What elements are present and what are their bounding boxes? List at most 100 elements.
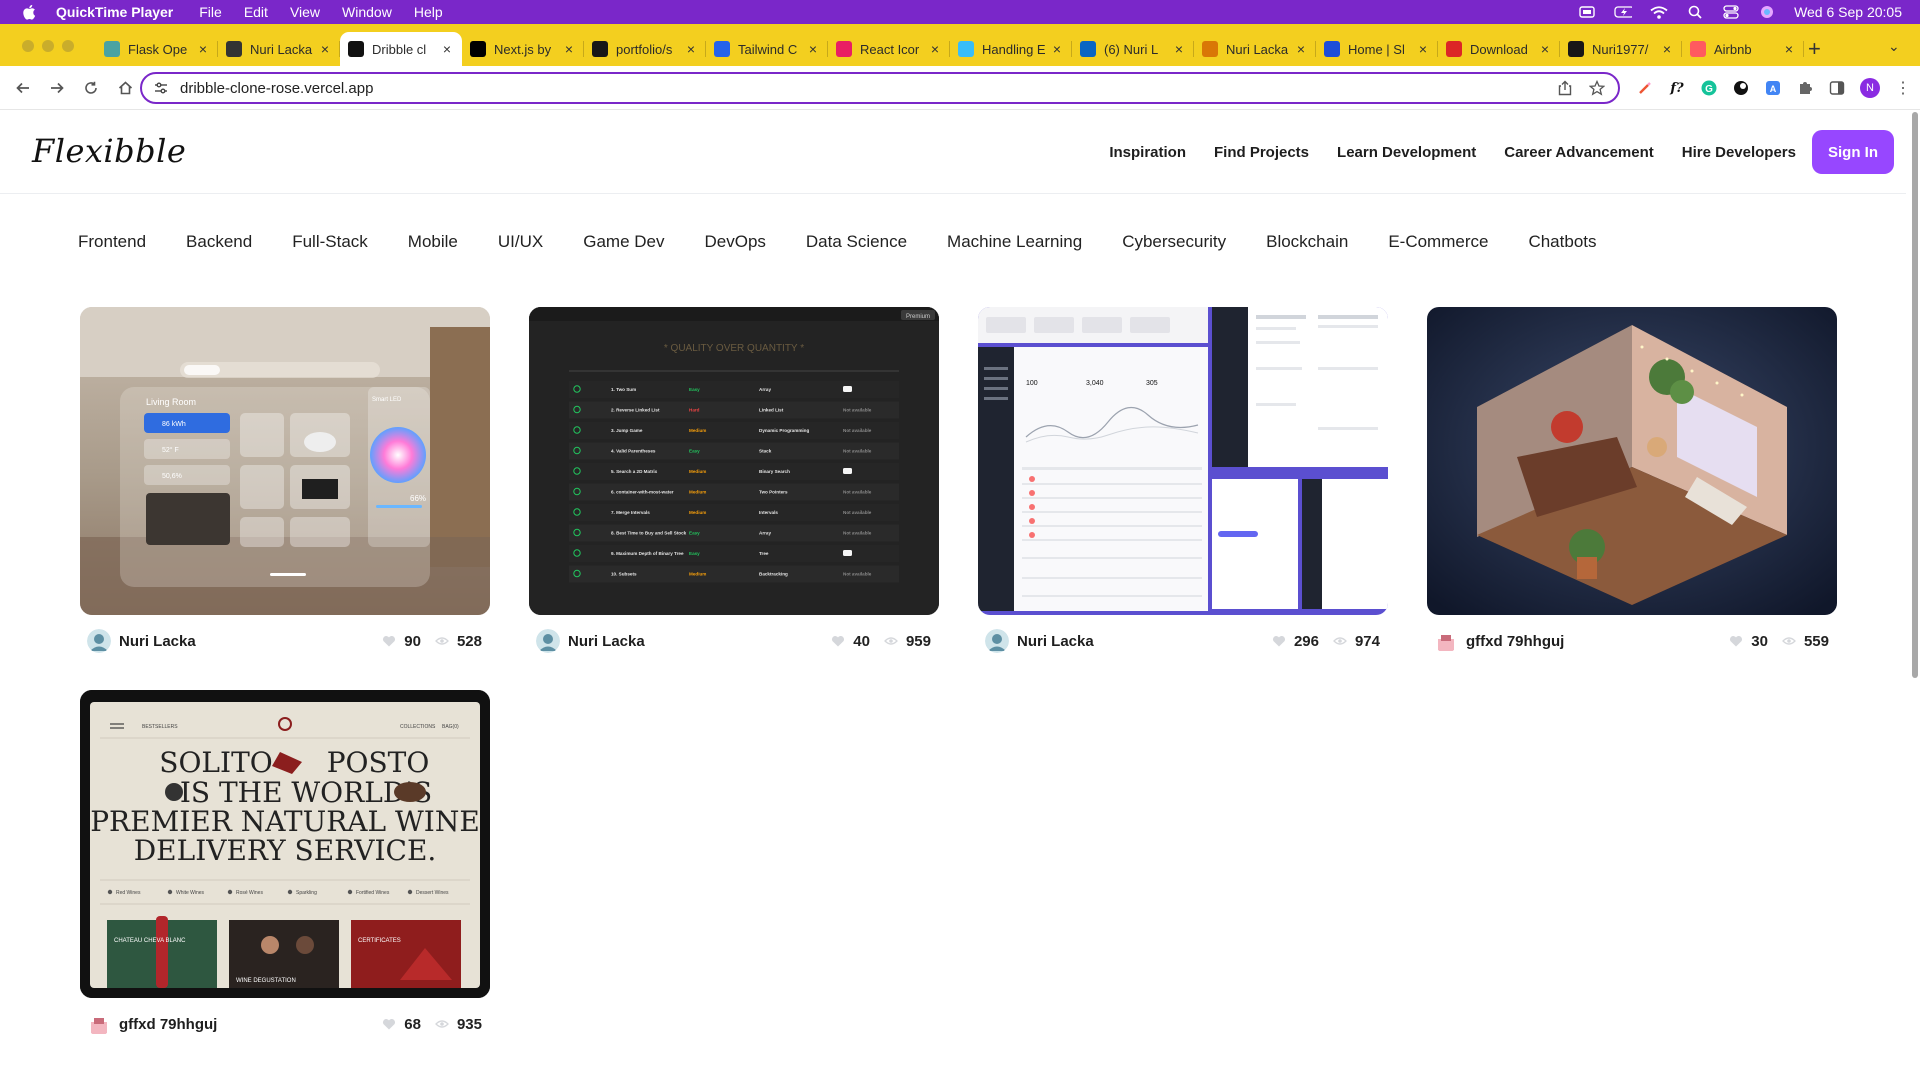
category-devops[interactable]: DevOps — [704, 232, 765, 252]
battery-icon[interactable] — [1614, 5, 1633, 19]
category-cybersecurity[interactable]: Cybersecurity — [1122, 232, 1226, 252]
category-machine-learning[interactable]: Machine Learning — [947, 232, 1082, 252]
profile-avatar[interactable]: N — [1860, 78, 1880, 98]
author-avatar[interactable] — [1434, 629, 1458, 653]
extensions-puzzle-icon[interactable] — [1796, 79, 1814, 97]
likes-stat[interactable]: 90 — [382, 633, 421, 650]
browser-tab[interactable]: Flask Ope × — [96, 32, 218, 66]
project-card[interactable]: gffxd 79hhguj 30 559 — [1427, 307, 1837, 653]
tab-close-icon[interactable]: × — [928, 41, 942, 57]
tab-close-icon[interactable]: × — [562, 41, 576, 57]
forward-arrow-icon[interactable] — [44, 75, 70, 101]
category-blockchain[interactable]: Blockchain — [1266, 232, 1348, 252]
tab-close-icon[interactable]: × — [684, 41, 698, 57]
screen-record-icon[interactable] — [1578, 5, 1596, 19]
browser-tab[interactable]: (6) Nuri L × — [1072, 32, 1194, 66]
browser-tab[interactable]: React Icor × — [828, 32, 950, 66]
menu-file[interactable]: File — [199, 4, 222, 20]
tab-search-chevron-icon[interactable]: ⌄ — [1888, 38, 1900, 55]
project-thumbnail[interactable]: BESTSELLERS COLLECTIONS BAG(0) SOLITO PO… — [80, 690, 490, 998]
menu-window[interactable]: Window — [342, 4, 392, 20]
category-data-science[interactable]: Data Science — [806, 232, 907, 252]
tab-close-icon[interactable]: × — [1294, 41, 1308, 57]
menu-view[interactable]: View — [290, 4, 320, 20]
author-avatar[interactable] — [87, 629, 111, 653]
tab-close-icon[interactable]: × — [196, 41, 210, 57]
share-icon[interactable] — [1556, 80, 1574, 96]
category-frontend[interactable]: Frontend — [78, 232, 146, 252]
tab-close-icon[interactable]: × — [318, 41, 332, 57]
site-logo[interactable]: Flexibble — [32, 132, 186, 170]
color-picker-extension-icon[interactable] — [1636, 79, 1654, 97]
grammarly-extension-icon[interactable]: G — [1700, 79, 1718, 97]
project-thumbnail[interactable] — [1427, 307, 1837, 615]
browser-tab[interactable]: Nuri Lacka × — [1194, 32, 1316, 66]
category-ui-ux[interactable]: UI/UX — [498, 232, 543, 252]
browser-tab[interactable]: Download × — [1438, 32, 1560, 66]
browser-tab[interactable]: Airbnb × — [1682, 32, 1804, 66]
back-arrow-icon[interactable] — [10, 75, 36, 101]
address-url[interactable]: dribble-clone-rose.vercel.app — [180, 80, 1542, 97]
author-avatar[interactable] — [87, 1012, 111, 1036]
author-name[interactable]: gffxd 79hhguj — [119, 1016, 368, 1033]
tab-close-icon[interactable]: × — [440, 41, 454, 57]
spotlight-search-icon[interactable] — [1686, 5, 1704, 19]
apple-icon[interactable] — [18, 1, 40, 23]
font-extension-icon[interactable]: f? — [1668, 79, 1686, 97]
control-center-icon[interactable] — [1722, 5, 1740, 19]
category-full-stack[interactable]: Full-Stack — [292, 232, 368, 252]
more-menu-icon[interactable]: ⋮ — [1894, 79, 1912, 97]
close-window-button[interactable] — [22, 40, 34, 52]
project-thumbnail[interactable]: 100 3,040 305 — [978, 307, 1388, 615]
nav-career-advancement[interactable]: Career Advancement — [1504, 144, 1654, 161]
project-card[interactable]: Living Room 86 kWh 52° F 50,6% Smart LED — [80, 307, 490, 653]
tab-close-icon[interactable]: × — [806, 41, 820, 57]
author-name[interactable]: gffxd 79hhguj — [1466, 633, 1715, 650]
menu-clock[interactable]: Wed 6 Sep 20:05 — [1794, 4, 1902, 20]
nav-inspiration[interactable]: Inspiration — [1109, 144, 1186, 161]
tab-close-icon[interactable]: × — [1172, 41, 1186, 57]
author-avatar[interactable] — [536, 629, 560, 653]
nav-hire-developers[interactable]: Hire Developers — [1682, 144, 1796, 161]
menu-edit[interactable]: Edit — [244, 4, 268, 20]
address-bar[interactable]: dribble-clone-rose.vercel.app — [140, 72, 1620, 104]
dark-mode-extension-icon[interactable] — [1732, 79, 1750, 97]
menu-app-name[interactable]: QuickTime Player — [56, 4, 173, 20]
nav-learn-development[interactable]: Learn Development — [1337, 144, 1476, 161]
sign-in-button[interactable]: Sign In — [1812, 130, 1894, 174]
zoom-window-button[interactable] — [62, 40, 74, 52]
likes-stat[interactable]: 40 — [831, 633, 870, 650]
wifi-icon[interactable] — [1650, 5, 1668, 19]
menu-help[interactable]: Help — [414, 4, 443, 20]
browser-tab[interactable]: Nuri1977/ × — [1560, 32, 1682, 66]
siri-icon[interactable] — [1758, 5, 1776, 19]
home-icon[interactable] — [112, 75, 138, 101]
tab-close-icon[interactable]: × — [1660, 41, 1674, 57]
nav-find-projects[interactable]: Find Projects — [1214, 144, 1309, 161]
browser-tab[interactable]: Dribble cl × — [340, 32, 462, 66]
tab-close-icon[interactable]: × — [1416, 41, 1430, 57]
tab-close-icon[interactable]: × — [1050, 41, 1064, 57]
browser-tab[interactable]: Nuri Lacka × — [218, 32, 340, 66]
browser-tab[interactable]: Handling E × — [950, 32, 1072, 66]
browser-tab[interactable]: Home | Sl × — [1316, 32, 1438, 66]
bookmark-star-icon[interactable] — [1588, 80, 1606, 96]
project-thumbnail[interactable]: Premium * QUALITY OVER QUANTITY * 1. Two… — [529, 307, 939, 615]
category-backend[interactable]: Backend — [186, 232, 252, 252]
tab-close-icon[interactable]: × — [1538, 41, 1552, 57]
author-name[interactable]: Nuri Lacka — [119, 633, 368, 650]
browser-tab[interactable]: Next.js by × — [462, 32, 584, 66]
likes-stat[interactable]: 296 — [1272, 633, 1319, 650]
browser-tab[interactable]: portfolio/s × — [584, 32, 706, 66]
page-scrollbar[interactable] — [1912, 112, 1918, 678]
author-avatar[interactable] — [985, 629, 1009, 653]
minimize-window-button[interactable] — [42, 40, 54, 52]
category-game-dev[interactable]: Game Dev — [583, 232, 664, 252]
project-card[interactable]: 100 3,040 305 Nuri Lacka 296 974 — [978, 307, 1388, 653]
project-card[interactable]: BESTSELLERS COLLECTIONS BAG(0) SOLITO PO… — [80, 690, 490, 1036]
browser-tab[interactable]: Tailwind C × — [706, 32, 828, 66]
site-info-icon[interactable] — [154, 81, 170, 95]
likes-stat[interactable]: 30 — [1729, 633, 1768, 650]
author-name[interactable]: Nuri Lacka — [568, 633, 817, 650]
new-tab-plus-icon[interactable]: + — [1808, 36, 1821, 62]
